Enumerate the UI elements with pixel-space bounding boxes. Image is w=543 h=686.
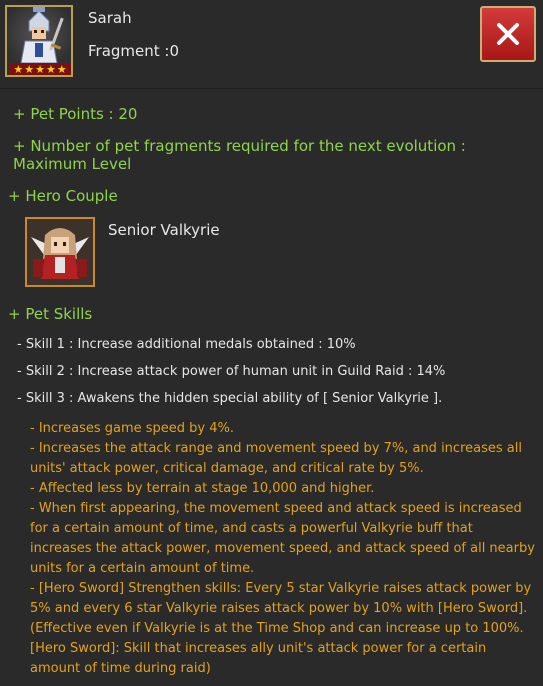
pet-name: Sarah — [88, 9, 132, 27]
skill-3-detail-line: amount of time during raid) — [30, 661, 211, 676]
hero-couple-name: Senior Valkyrie — [108, 221, 220, 239]
close-icon — [497, 23, 519, 45]
skill-3-detail-line: - When first appearing, the movement spe… — [30, 501, 522, 516]
skill-3-detail-line: for a certain amount of time, and casts … — [30, 521, 473, 536]
star-icon: ★ — [56, 62, 67, 76]
skill-3-detail-line: units for a certain amount of time. — [30, 561, 255, 576]
skill-3-detail-line: - [Hero Sword] Strengthen skills: Every … — [30, 581, 532, 596]
pet-header: ★ ★ ★ ★ ★ Sarah Fragment :0 — [0, 0, 543, 88]
skill-3-detail-line: - Increases game speed by 4%. — [30, 421, 234, 436]
pet-skills-heading: + Pet Skills — [8, 305, 93, 323]
skill-3-detail-line: 5% and every 6 star Valkyrie raises atta… — [30, 601, 528, 616]
skill-3-detail-line: [Hero Sword]: Skill that increases ally … — [30, 641, 487, 656]
fragments-required-label: + Number of pet fragments required for t… — [13, 137, 466, 155]
fragment-count: Fragment :0 — [88, 42, 179, 60]
star-icon: ★ — [45, 62, 56, 76]
fragment-label: Fragment : — [88, 42, 170, 60]
rating-stars: ★ ★ ★ ★ ★ — [9, 63, 71, 75]
fragments-required-value: Maximum Level — [13, 155, 132, 173]
header-divider — [0, 88, 543, 89]
skill-2: - Skill 2 : Increase attack power of hum… — [17, 364, 446, 379]
star-icon: ★ — [24, 62, 35, 76]
star-icon: ★ — [35, 62, 45, 76]
fragment-value: 0 — [169, 42, 180, 60]
pet-info-panel: ★ ★ ★ ★ ★ Sarah Fragment :0 + Pet Points… — [0, 0, 543, 686]
skill-3-detail-line: - Increases the attack range and movemen… — [30, 441, 522, 456]
pet-portrait-icon: ★ ★ ★ ★ ★ — [5, 5, 73, 77]
skill-3-detail-line: units' attack power, critical damage, an… — [30, 461, 424, 476]
skill-3-detail-line: - Affected less by terrain at stage 10,0… — [30, 481, 375, 496]
star-icon: ★ — [13, 62, 24, 76]
skill-3: - Skill 3 : Awakens the hidden special a… — [17, 391, 443, 406]
skill-3-detail-line: increases the attack power, movement spe… — [30, 541, 535, 556]
close-button[interactable] — [480, 6, 536, 62]
skill-3-detail-line: (Effective even if Valkyrie is at the Ti… — [30, 621, 524, 636]
skill-1: - Skill 1 : Increase additional medals o… — [17, 337, 356, 352]
skill-3-details: - Increases game speed by 4%. - Increase… — [30, 419, 542, 679]
hero-portrait-icon[interactable] — [25, 217, 95, 287]
pet-points: + Pet Points : 20 — [13, 105, 138, 123]
fragments-required: + Number of pet fragments required for t… — [13, 137, 466, 173]
hero-couple-heading: + Hero Couple — [8, 187, 118, 205]
